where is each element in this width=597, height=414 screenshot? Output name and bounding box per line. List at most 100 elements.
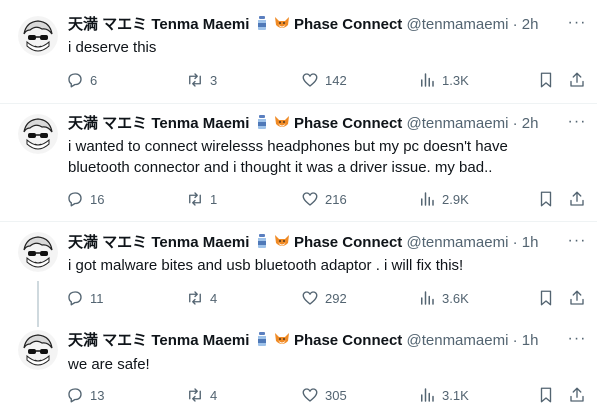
share-icon	[570, 191, 584, 206]
separator-dot: ·	[512, 115, 518, 132]
retweet-button[interactable]: 4	[186, 287, 217, 309]
reply-button[interactable]: 11	[66, 287, 104, 309]
fox-emoji-icon	[274, 17, 289, 28]
tweet-text-line: we are safe!	[68, 356, 150, 373]
like-button[interactable]: 292	[301, 287, 347, 309]
avatar[interactable]	[18, 114, 58, 154]
fox-emoji-icon	[274, 116, 289, 127]
like-count: 142	[325, 72, 347, 88]
author-name[interactable]: 天満 マエミ Tenma Maemi	[68, 115, 249, 132]
tweet-timestamp[interactable]: 1h	[522, 332, 539, 349]
reply-button[interactable]: 13	[66, 384, 104, 406]
view-count: 2.9K	[442, 191, 469, 207]
more-options-icon[interactable]: ···	[567, 114, 587, 134]
author-org[interactable]: Phase Connect	[294, 16, 402, 33]
tweet-text-line: i deserve this	[68, 39, 157, 56]
share-button[interactable]	[568, 287, 586, 309]
view-count: 3.6K	[442, 290, 469, 306]
share-button[interactable]	[568, 188, 586, 210]
reply-count: 13	[90, 387, 105, 403]
tweet[interactable]: 天満 マエミ Tenma Maemi Phase Connect @tenmam…	[0, 222, 597, 320]
tweet-text-line: i wanted to connect wirelesss headphones…	[68, 138, 508, 155]
tweet[interactable]: 天満 マエミ Tenma Maemi Phase Connect @tenmam…	[0, 0, 597, 103]
like-button[interactable]: 216	[301, 188, 347, 210]
tweet-timestamp[interactable]: 1h	[522, 234, 539, 251]
reply-button[interactable]: 6	[66, 69, 97, 91]
retweet-button[interactable]: 1	[186, 188, 217, 210]
separator-dot: ·	[512, 234, 518, 251]
bookmark-button[interactable]	[537, 384, 555, 406]
retweet-button[interactable]: 3	[186, 69, 217, 91]
author-handle[interactable]: @tenmamaemi	[406, 16, 508, 33]
reply-button[interactable]: 16	[66, 188, 104, 210]
retweet-icon	[189, 73, 201, 87]
views-button[interactable]: 1.3K	[418, 69, 469, 91]
bookmark-button[interactable]	[537, 188, 555, 210]
heart-icon	[302, 192, 318, 206]
retweet-icon	[189, 291, 201, 305]
author-name[interactable]: 天満 マエミ Tenma Maemi	[68, 332, 249, 349]
reply-icon	[68, 388, 82, 403]
heart-icon	[302, 291, 318, 305]
avatar[interactable]	[18, 330, 58, 370]
tweet-text: i deserve this	[68, 37, 568, 58]
reply-count: 6	[90, 72, 98, 88]
tweet-text: i got malware bites and usb bluetooth ad…	[68, 255, 568, 276]
heart-icon	[302, 73, 318, 87]
separator-dot: ·	[512, 16, 518, 33]
share-icon	[570, 290, 584, 305]
more-options-icon[interactable]: ···	[567, 233, 587, 253]
retweet-button[interactable]: 4	[186, 384, 217, 406]
author-name[interactable]: 天満 マエミ Tenma Maemi	[68, 234, 249, 251]
bottle-emoji-icon	[257, 332, 266, 346]
tweet-text-line: bluetooth connector and i thought it was…	[68, 159, 493, 176]
avatar[interactable]	[18, 16, 58, 56]
separator-dot: ·	[512, 332, 518, 349]
author-org[interactable]: Phase Connect	[294, 115, 402, 132]
bookmark-button[interactable]	[537, 287, 555, 309]
views-button[interactable]: 3.6K	[418, 287, 469, 309]
like-button[interactable]: 142	[301, 69, 347, 91]
author-org[interactable]: Phase Connect	[294, 234, 402, 251]
tweet[interactable]: 天満 マエミ Tenma Maemi Phase Connect @tenmam…	[0, 320, 597, 414]
reply-icon	[68, 73, 82, 88]
like-button[interactable]: 305	[301, 384, 347, 406]
share-icon	[570, 387, 584, 402]
tweet-actions: 13 4 305 3.1K	[60, 384, 590, 406]
retweet-icon	[189, 192, 201, 206]
bottle-emoji-icon	[257, 115, 266, 129]
fox-emoji-icon	[274, 235, 289, 246]
tweet-text: we are safe!	[68, 354, 568, 375]
tweet-actions: 11 4 292 3.6K	[60, 287, 590, 309]
views-icon	[421, 291, 434, 305]
avatar[interactable]	[18, 232, 58, 272]
more-options-icon[interactable]: ···	[567, 15, 587, 35]
bookmark-icon	[540, 191, 552, 207]
author-handle[interactable]: @tenmamaemi	[406, 234, 508, 251]
author-name[interactable]: 天満 マエミ Tenma Maemi	[68, 16, 249, 33]
views-button[interactable]: 3.1K	[418, 384, 469, 406]
tweet-thread: 天満 マエミ Tenma Maemi Phase Connect @tenmam…	[0, 0, 597, 414]
views-button[interactable]: 2.9K	[418, 188, 469, 210]
tweet-actions: 6 3 142 1.3K	[60, 69, 590, 91]
bookmark-button[interactable]	[537, 69, 555, 91]
tweet-timestamp[interactable]: 2h	[522, 16, 539, 33]
views-icon	[421, 388, 434, 402]
retweet-icon	[189, 388, 201, 402]
reply-count: 16	[90, 191, 105, 207]
author-handle[interactable]: @tenmamaemi	[406, 115, 508, 132]
author-handle[interactable]: @tenmamaemi	[406, 332, 508, 349]
reply-count: 11	[90, 290, 104, 306]
fox-emoji-icon	[274, 333, 289, 344]
view-count: 3.1K	[442, 387, 469, 403]
like-count: 216	[325, 191, 347, 207]
tweet[interactable]: 天満 マエミ Tenma Maemi Phase Connect @tenmam…	[0, 104, 597, 221]
retweet-count: 1	[210, 191, 218, 207]
more-options-icon[interactable]: ···	[567, 331, 587, 351]
author-org[interactable]: Phase Connect	[294, 332, 402, 349]
heart-icon	[302, 388, 318, 402]
reply-icon	[68, 291, 82, 306]
share-button[interactable]	[568, 69, 586, 91]
tweet-timestamp[interactable]: 2h	[522, 115, 539, 132]
share-button[interactable]	[568, 384, 586, 406]
